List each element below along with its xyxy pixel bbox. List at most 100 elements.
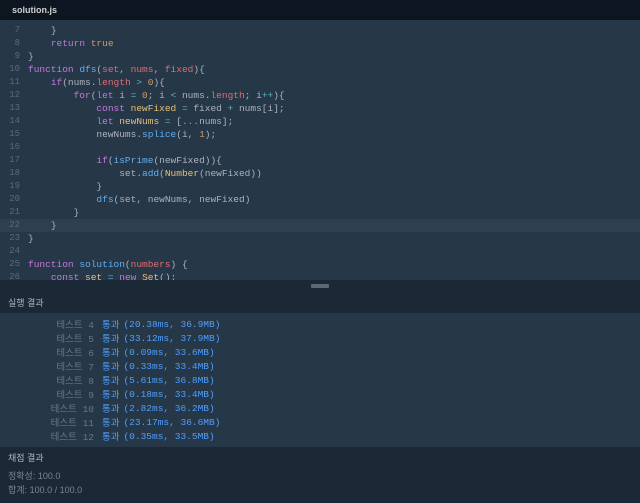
test-metrics: (0.09ms, 33.6MB) [123,347,214,358]
code-content: const set = new Set(); [28,271,176,280]
code-content: } [28,24,57,37]
test-result-row: 테스트 11 통과 (23.17ms, 36.6MB) [0,415,640,429]
test-label: 테스트 6 [46,345,94,359]
line-number: 20 [0,193,28,206]
line-number: 17 [0,154,28,167]
code-content: dfs(set, newNums, newFixed) [28,193,250,206]
code-content: set.add(Number(newFixed)) [28,167,262,180]
code-line[interactable]: 16 [0,141,640,154]
line-number: 19 [0,180,28,193]
results-panel[interactable]: 테스트 4 통과 (20.38ms, 36.9MB) 테스트 5 통과 (33.12ms,… [0,313,640,447]
code-line[interactable]: 9} [0,50,640,63]
test-result-row: 테스트 5 통과 (33.12ms, 37.9MB) [0,331,640,345]
test-result-row: 테스트 4 통과 (20.38ms, 36.9MB) [0,317,640,331]
test-result-row: 테스트 9 통과 (0.18ms, 33.4MB) [0,387,640,401]
test-metrics: (2.82ms, 36.2MB) [123,403,214,414]
test-result-row: 테스트 12 통과 (0.35ms, 33.5MB) [0,429,640,443]
code-line[interactable]: 13 const newFixed = fixed + nums[i]; [0,102,640,115]
test-label: 테스트 8 [46,373,94,387]
test-metrics: (0.18ms, 33.4MB) [123,389,214,400]
test-result-row: 테스트 8통과(5.61ms, 36.8MB) [0,373,640,387]
accuracy-value: 100.0 [38,471,61,481]
line-number: 9 [0,50,28,63]
code-line[interactable]: 22 } [0,219,640,232]
code-content: const newFixed = fixed + nums[i]; [28,102,285,115]
test-status: 통과 [102,345,119,359]
line-number: 11 [0,76,28,89]
code-line[interactable]: 7 } [0,24,640,37]
code-line[interactable]: 26 const set = new Set(); [0,271,640,280]
test-result-row: 테스트 6 통과 (0.09ms, 33.6MB) [0,345,640,359]
line-number: 10 [0,63,28,76]
code-content: } [28,219,57,232]
line-number: 7 [0,24,28,37]
score-header: 채점 결과 [0,447,640,468]
code-line[interactable]: 10function dfs(set, nums, fixed){ [0,63,640,76]
line-number: 15 [0,128,28,141]
line-number: 8 [0,37,28,50]
code-line[interactable]: 20 dfs(set, newNums, newFixed) [0,193,640,206]
test-status: 통과 [102,429,119,443]
code-line[interactable]: 11 if(nums.length > 0){ [0,76,640,89]
test-label: 테스트 11 [46,415,94,429]
total-value: 100.0 / 100.0 [30,485,83,495]
test-metrics: (23.17ms, 36.6MB) [123,417,220,428]
test-status: 통과 [102,331,119,345]
line-number: 24 [0,245,28,258]
line-number: 25 [0,258,28,271]
test-status: 통과 [102,387,119,401]
test-metrics: (0.33ms, 33.4MB) [123,361,214,372]
test-status: 통과 [102,359,119,373]
code-content: newNums.splice(i, 1); [28,128,216,141]
line-number: 13 [0,102,28,115]
line-number: 21 [0,206,28,219]
test-label: 테스트 7 [46,359,94,373]
score-body: 정확성: 100.0 합계: 100.0 / 100.0 [0,468,640,503]
code-line[interactable]: 14 let newNums = [...nums]; [0,115,640,128]
code-line[interactable]: 19 } [0,180,640,193]
code-content: if(isPrime(newFixed)){ [28,154,222,167]
line-number: 22 [0,219,28,232]
line-number: 26 [0,271,28,280]
test-label: 테스트 4 [46,317,94,331]
code-line[interactable]: 15 newNums.splice(i, 1); [0,128,640,141]
drag-handle-icon [311,284,329,288]
test-label: 테스트 12 [46,429,94,443]
code-content: } [28,232,34,245]
test-metrics: (5.61ms, 36.8MB) [123,375,214,386]
code-content: if(nums.length > 0){ [28,76,165,89]
code-line[interactable]: 23} [0,232,640,245]
code-line[interactable]: 24 [0,245,640,258]
test-status: 통과 [102,415,119,429]
code-line[interactable]: 18 set.add(Number(newFixed)) [0,167,640,180]
code-content: } [28,50,34,63]
code-content: let newNums = [...nums]; [28,115,233,128]
code-line[interactable]: 12 for(let i = 0; i < nums.length; i++){ [0,89,640,102]
test-metrics: (20.38ms, 36.9MB) [123,319,220,330]
tab-bar: solution.js [0,0,640,20]
line-number: 12 [0,89,28,102]
code-content: } [28,180,102,193]
code-line[interactable]: 17 if(isPrime(newFixed)){ [0,154,640,167]
test-label: 테스트 5 [46,331,94,345]
code-line[interactable]: 25function solution(numbers) { [0,258,640,271]
test-result-row: 테스트 10통과(2.82ms, 36.2MB) [0,401,640,415]
line-number: 18 [0,167,28,180]
test-metrics: (0.35ms, 33.5MB) [123,431,214,442]
total-label: 합계: [8,485,27,495]
code-editor[interactable]: 7 }8 return true9}10function dfs(set, nu… [0,20,640,280]
results-header: 실행 결과 [0,292,640,313]
test-status: 통과 [102,317,119,331]
line-number: 14 [0,115,28,128]
code-content: function dfs(set, nums, fixed){ [28,63,205,76]
code-line[interactable]: 21 } [0,206,640,219]
code-line[interactable]: 8 return true [0,37,640,50]
test-label: 테스트 9 [46,387,94,401]
code-content: return true [28,37,114,50]
panel-divider[interactable] [0,280,640,292]
test-status: 통과 [102,401,119,415]
code-content: function solution(numbers) { [28,258,188,271]
code-content: } [28,206,79,219]
test-metrics: (33.12ms, 37.9MB) [123,333,220,344]
file-tab[interactable]: solution.js [0,5,69,15]
